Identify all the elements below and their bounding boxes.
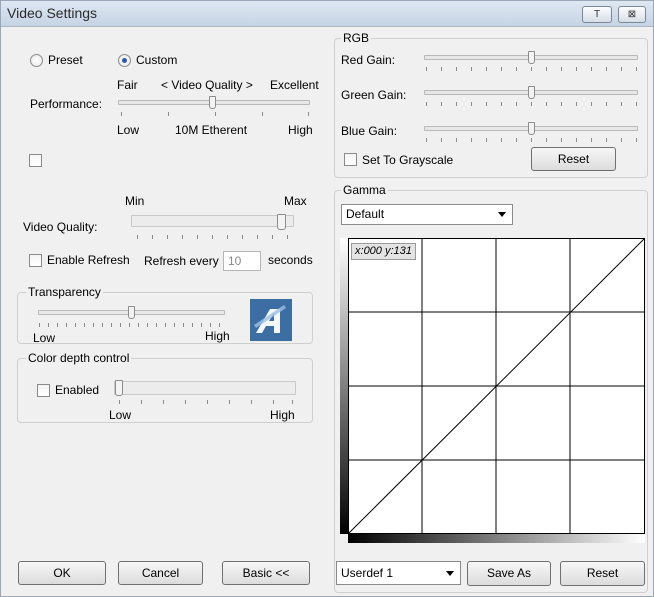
- gamma-preset-select[interactable]: Default: [341, 204, 513, 225]
- red-gain-slider-thumb[interactable]: [528, 51, 535, 64]
- color-depth-slider-thumb[interactable]: [115, 380, 123, 396]
- rgb-reset-button[interactable]: Reset: [531, 147, 616, 171]
- refresh-seconds-input[interactable]: 10: [223, 251, 261, 271]
- video-quality-min-label: Min: [125, 194, 145, 208]
- basic-button[interactable]: Basic <<: [222, 561, 310, 585]
- gamma-reset-button[interactable]: Reset: [560, 561, 645, 586]
- chevron-down-icon: [498, 212, 506, 217]
- red-gain-ticks: [426, 67, 638, 71]
- close-button[interactable]: ⊠: [618, 6, 646, 23]
- enable-refresh-checkbox[interactable]: [29, 254, 42, 267]
- custom-radio[interactable]: [118, 54, 131, 67]
- refresh-every-label: Refresh every: [144, 254, 219, 268]
- color-depth-high-label: High: [270, 408, 295, 422]
- performance-network-label: 10M Etherent: [175, 123, 248, 137]
- coord-x-value: 000: [363, 245, 382, 257]
- color-depth-ticks: [119, 400, 293, 404]
- title-bar: Video Settings T ⊠: [1, 1, 653, 27]
- transparency-high-label: High: [205, 329, 230, 343]
- green-gain-ticks: [426, 102, 638, 106]
- gamma-coordinate-readout: x:000 y:131: [351, 243, 416, 260]
- gamma-input-gradient: [340, 238, 348, 534]
- blue-gain-label: Blue Gain:: [341, 124, 398, 138]
- preset-radio[interactable]: [30, 54, 43, 67]
- red-gain-label: Red Gain:: [341, 53, 396, 67]
- color-depth-title: Color depth control: [26, 351, 132, 365]
- color-depth-enabled-label: Enabled: [55, 383, 100, 397]
- color-depth-low-label: Low: [109, 408, 132, 422]
- gamma-title: Gamma: [341, 183, 388, 197]
- rgb-title: RGB: [341, 31, 372, 45]
- gamma-preset-value: Default: [346, 207, 385, 221]
- gamma-curve-value: Userdef 1: [341, 566, 394, 580]
- color-depth-slider-track[interactable]: [114, 381, 296, 395]
- performance-excellent-label: Excellent: [270, 78, 319, 92]
- gamma-curve-select[interactable]: Userdef 1: [336, 561, 461, 585]
- performance-ticks: [121, 112, 309, 116]
- video-quality-ticks: [137, 235, 289, 239]
- grayscale-label: Set To Grayscale: [362, 153, 454, 167]
- video-quality-label: Video Quality:: [23, 220, 98, 234]
- chevron-down-icon: [446, 571, 454, 576]
- video-quality-slider-thumb[interactable]: [277, 214, 286, 230]
- gamma-curve-graph[interactable]: [348, 238, 645, 534]
- performance-slider-thumb[interactable]: [209, 96, 216, 109]
- coord-y-value: 131: [393, 245, 412, 257]
- cancel-button[interactable]: Cancel: [118, 561, 203, 585]
- custom-label: Custom: [136, 53, 178, 67]
- performance-video-quality-label: < Video Quality >: [161, 78, 253, 92]
- performance-label: Performance:: [30, 97, 103, 111]
- color-depth-enabled-checkbox[interactable]: [37, 384, 50, 397]
- transparency-title: Transparency: [26, 285, 103, 299]
- app-logo-icon: [250, 299, 292, 341]
- gamma-output-gradient: [348, 534, 645, 543]
- video-settings-window: Video Settings T ⊠ Preset Custom Fair < …: [0, 0, 654, 597]
- green-gain-label: Green Gain:: [341, 88, 407, 102]
- performance-low-label: Low: [117, 123, 140, 137]
- help-button[interactable]: T: [582, 6, 612, 23]
- ok-button[interactable]: OK: [18, 561, 106, 585]
- blue-gain-ticks: [426, 138, 638, 142]
- transparency-low-label: Low: [33, 331, 56, 345]
- unlabeled-checkbox[interactable]: [29, 154, 42, 167]
- video-quality-max-label: Max: [284, 194, 307, 208]
- green-gain-slider-thumb[interactable]: [528, 86, 535, 99]
- performance-high-label: High: [288, 123, 313, 137]
- enable-refresh-label: Enable Refresh: [47, 253, 130, 267]
- window-title: Video Settings: [7, 5, 98, 21]
- coord-y-label: y:: [384, 245, 394, 257]
- refresh-seconds-label: seconds: [268, 253, 313, 267]
- preset-label: Preset: [48, 53, 83, 67]
- performance-fair-label: Fair: [117, 78, 138, 92]
- grayscale-checkbox[interactable]: [344, 153, 357, 166]
- save-as-button[interactable]: Save As: [467, 561, 551, 586]
- video-quality-slider-track[interactable]: [131, 215, 294, 227]
- coord-x-label: x:: [355, 245, 364, 257]
- transparency-slider-thumb[interactable]: [128, 306, 135, 319]
- transparency-ticks: [39, 323, 225, 327]
- blue-gain-slider-thumb[interactable]: [528, 122, 535, 135]
